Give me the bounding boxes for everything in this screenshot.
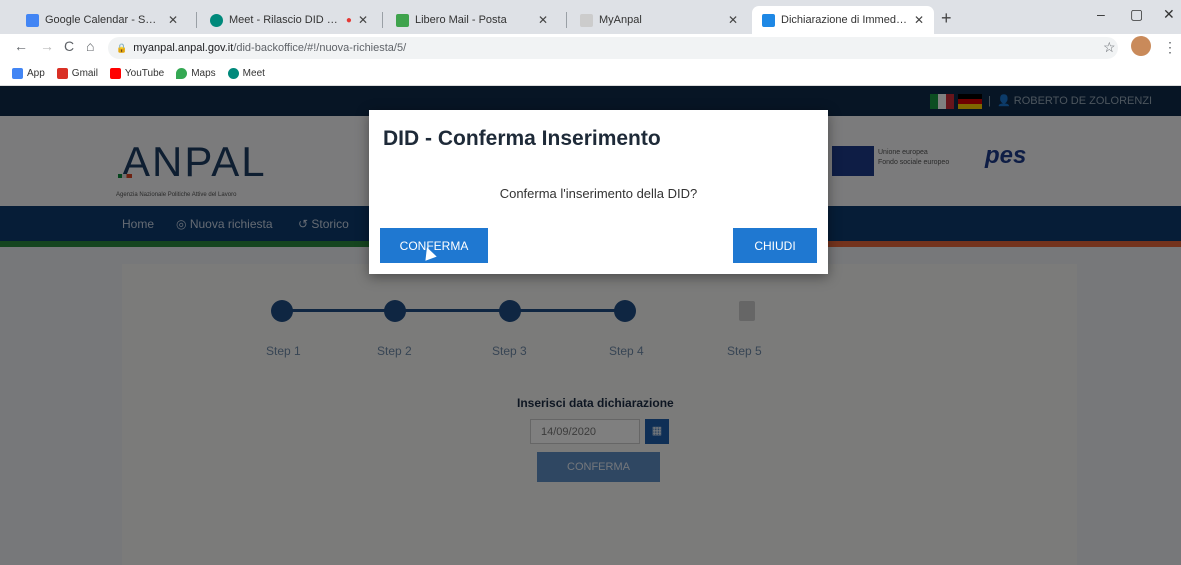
close-button[interactable]: CHIUDI [733, 228, 817, 263]
bookmark-meet[interactable]: Meet [227, 68, 265, 79]
tab-title: Dichiarazione di Immediata Disp [781, 14, 908, 26]
profile-avatar[interactable] [1131, 36, 1151, 56]
back-icon[interactable]: ← [14, 38, 28, 54]
bookmark-label: Gmail [71, 68, 98, 79]
url-path: /did-backoffice/#!/nuova-richiesta/5/ [233, 42, 407, 54]
apps-grid-icon [12, 68, 23, 79]
bookmark-label: YouTube [124, 68, 165, 79]
close-icon[interactable]: ✕ [728, 13, 738, 27]
bookmark-star-icon[interactable]: ☆ [1103, 39, 1116, 56]
tab-separator [382, 12, 383, 28]
tab-libero-mail[interactable]: Libero Mail - Posta ✕ [386, 6, 558, 34]
bookmarks-bar: App Gmail YouTube Maps Meet [0, 62, 1181, 86]
dialog-message: Conferma l'inserimento della DID? [499, 186, 698, 201]
confirm-button[interactable]: CONFERMA [380, 228, 488, 263]
maximize-icon[interactable]: ▢ [1130, 6, 1143, 23]
reload-icon[interactable]: C [64, 38, 74, 54]
bookmark-label: Maps [191, 68, 216, 79]
libero-icon [396, 13, 409, 27]
bookmark-label: App [27, 68, 45, 79]
bookmark-app[interactable]: App [12, 68, 45, 79]
confirm-dialog: DID - Conferma Inserimento Conferma l'in… [369, 110, 828, 274]
maps-icon [176, 68, 188, 79]
tab-title: Meet - Rilascio DID on line [229, 14, 342, 26]
meet-icon [227, 68, 239, 79]
tab-dichiarazione[interactable]: Dichiarazione di Immediata Disp ✕ [752, 6, 934, 34]
anpal-icon [762, 13, 775, 27]
tab-title: Google Calendar - Settimana del [45, 14, 162, 26]
window-close-icon[interactable]: ✕ [1163, 6, 1175, 23]
close-icon[interactable]: ✕ [914, 13, 924, 27]
gmail-icon [56, 68, 68, 79]
recording-icon: ● [345, 14, 352, 26]
lock-icon: 🔒 [116, 42, 128, 53]
forward-icon[interactable]: → [40, 38, 54, 54]
bookmark-youtube[interactable]: YouTube [109, 68, 165, 79]
tab-title: MyAnpal [599, 14, 642, 26]
tab-myanpal[interactable]: MyAnpal ✕ [570, 6, 748, 34]
page-icon [580, 13, 593, 27]
tab-google-calendar[interactable]: Google Calendar - Settimana del ✕ [16, 6, 188, 34]
close-icon[interactable]: ✕ [538, 13, 548, 27]
bookmark-gmail[interactable]: Gmail [56, 68, 98, 79]
new-tab-icon[interactable]: + [941, 8, 952, 29]
tab-meet[interactable]: Meet - Rilascio DID on line ● ✕ [200, 6, 378, 34]
bookmark-maps[interactable]: Maps [176, 68, 216, 79]
calendar-icon [26, 13, 39, 27]
tab-separator [196, 12, 197, 28]
home-icon[interactable]: ⌂ [86, 38, 94, 54]
meet-icon [210, 13, 223, 27]
bookmark-label: Meet [242, 68, 265, 79]
close-icon[interactable]: ✕ [358, 13, 368, 27]
youtube-icon [109, 68, 121, 79]
url-field[interactable]: 🔒 myanpal.anpal.gov.it /did-backoffice/#… [108, 37, 1118, 59]
dialog-title: DID - Conferma Inserimento [383, 127, 661, 150]
close-icon[interactable]: ✕ [168, 13, 178, 27]
browser-tabbar: Google Calendar - Settimana del ✕ Meet -… [0, 0, 1181, 34]
menu-icon[interactable]: ⋮ [1163, 39, 1177, 56]
tab-title: Libero Mail - Posta [415, 14, 507, 26]
tab-separator [566, 12, 567, 28]
minimize-icon[interactable]: – [1097, 6, 1105, 22]
url-host: myanpal.anpal.gov.it [133, 42, 234, 54]
